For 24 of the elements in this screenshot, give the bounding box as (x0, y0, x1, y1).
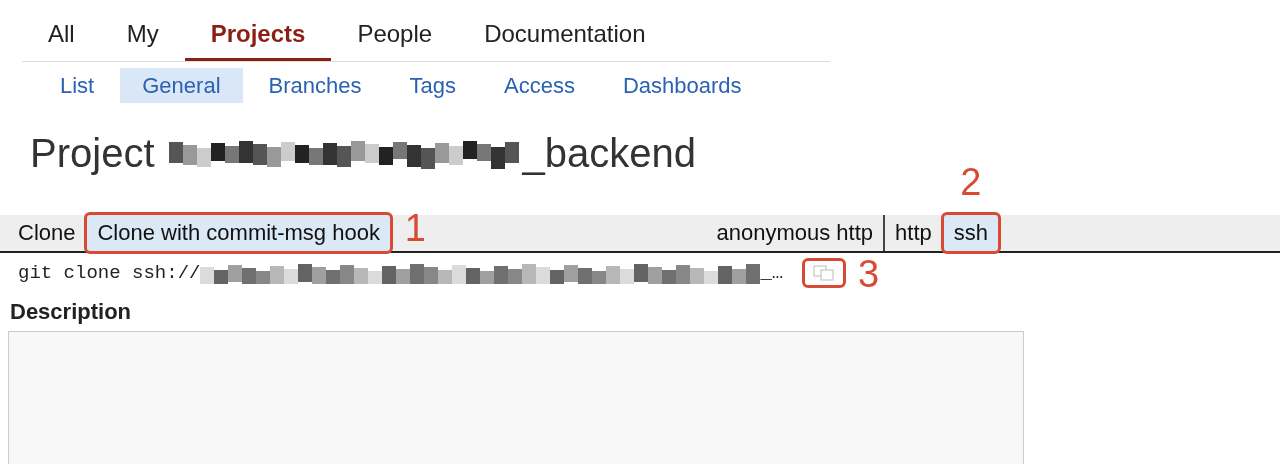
sub-tab[interactable]: Dashboards (600, 68, 764, 103)
clone-command-end: _… (760, 262, 784, 284)
sub-tab[interactable]: General (120, 68, 243, 103)
sub-tab[interactable]: List (38, 68, 117, 103)
nav-tab[interactable]: All (22, 18, 101, 61)
nav-tab[interactable]: Projects (184, 18, 332, 61)
annotation-number: 2 (960, 163, 982, 201)
clone-command: git clone ssh:// (18, 262, 201, 284)
project-title: Project (30, 130, 155, 176)
copy-icon (813, 265, 836, 281)
sub-tab[interactable]: Branches (246, 68, 384, 103)
project-title-suffix: _backend (522, 130, 696, 176)
annotation-box (802, 258, 847, 288)
sub-tab[interactable]: Access (481, 68, 597, 103)
annotation-number: 3 (858, 255, 880, 293)
nav-tab[interactable]: My (100, 18, 185, 61)
annotation-box (940, 212, 1001, 254)
clone-tab[interactable]: anonymous http (706, 215, 886, 251)
annotation-number: 1 (404, 209, 426, 247)
description-label: Description (10, 299, 133, 325)
sub-tab[interactable]: Tags (387, 68, 478, 103)
nav-tab[interactable]: People (331, 18, 459, 61)
nav-tab[interactable]: Documentation (458, 18, 672, 61)
description-field[interactable] (8, 331, 1024, 464)
